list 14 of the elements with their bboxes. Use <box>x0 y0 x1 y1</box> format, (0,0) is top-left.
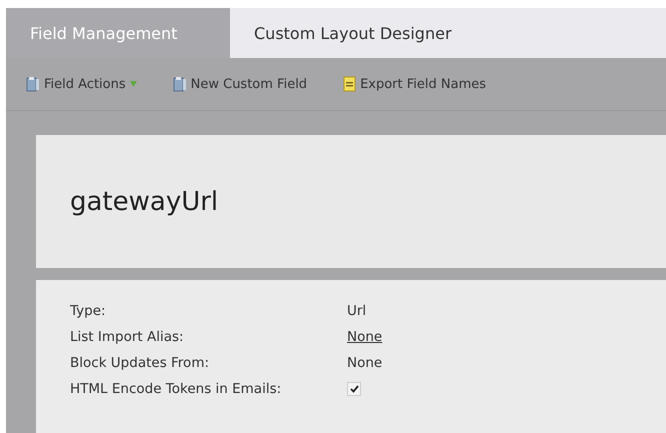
property-label: HTML Encode Tokens in Emails: <box>70 380 282 396</box>
document-icon <box>343 76 356 92</box>
property-value: None <box>347 354 382 370</box>
property-label: Type: <box>70 302 107 318</box>
property-value: Url <box>347 302 366 318</box>
toolbar-button[interactable]: New Custom Field <box>172 76 308 92</box>
checkbox[interactable] <box>347 382 361 396</box>
property-link[interactable]: None <box>347 328 382 344</box>
toolbar-button[interactable]: Field Actions <box>26 76 137 92</box>
tab[interactable]: Custom Layout Designer <box>230 8 476 58</box>
property-label: Block Updates From: <box>70 354 210 370</box>
property-label: List Import Alias: <box>70 328 185 344</box>
field-title: gatewayUrl <box>70 186 218 216</box>
toolbar-button[interactable]: Export Field Names <box>343 76 486 92</box>
